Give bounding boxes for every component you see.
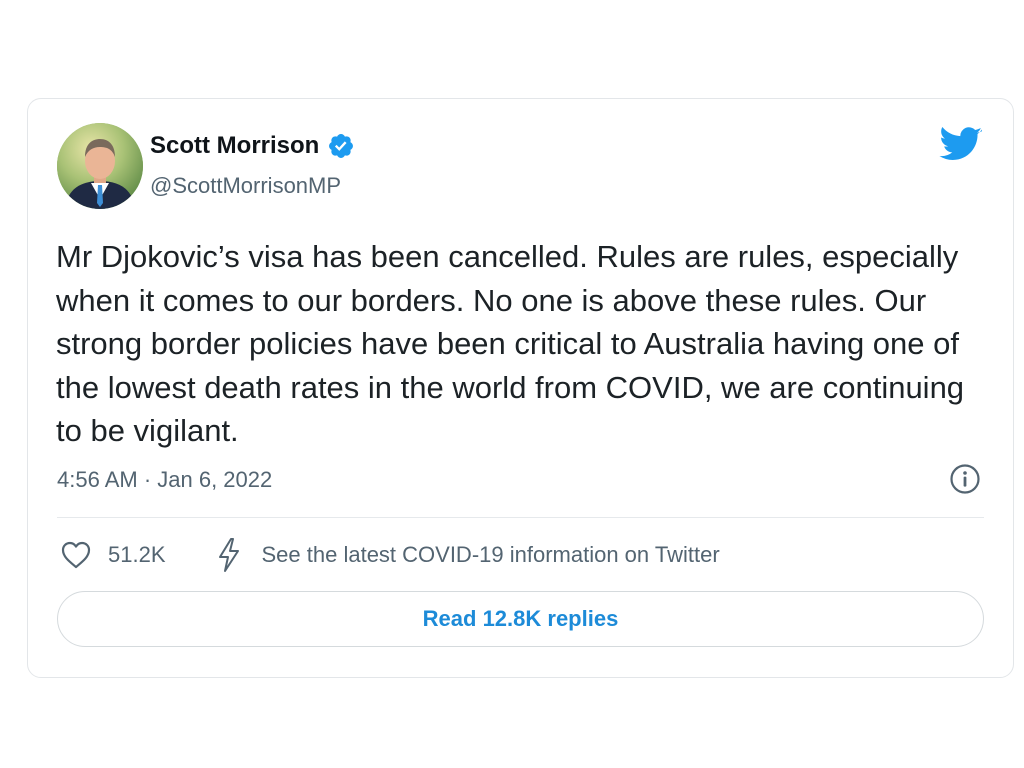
covid-info-link[interactable]: See the latest COVID-19 information on T… <box>216 537 720 573</box>
like-button[interactable]: 51.2K <box>60 540 166 570</box>
author-name[interactable]: Scott Morrison <box>150 132 355 160</box>
info-icon[interactable] <box>949 463 981 495</box>
heart-icon <box>61 541 91 569</box>
divider <box>57 517 984 518</box>
covid-info-text: See the latest COVID-19 information on T… <box>261 542 720 567</box>
like-count: 51.2K <box>108 542 166 567</box>
tweet-timestamp[interactable]: 4:56 AM · Jan 6, 2022 <box>57 467 272 493</box>
avatar[interactable] <box>57 123 143 209</box>
verified-badge-icon <box>329 134 354 158</box>
author-display-name[interactable]: Scott Morrison <box>150 132 319 160</box>
tweet-actions: 51.2K See the latest COVID-19 informatio… <box>60 537 720 573</box>
read-replies-button[interactable]: Read 12.8K replies <box>57 591 984 647</box>
author-handle[interactable]: @ScottMorrisonMP <box>150 173 341 199</box>
lightning-bolt-icon <box>218 538 239 572</box>
tweet-card: Scott Morrison @ScottMorrisonMP Mr Djoko… <box>27 98 1014 678</box>
twitter-bird-icon[interactable] <box>939 127 983 163</box>
tweet-text: Mr Djokovic’s visa has been cancelled. R… <box>56 239 965 448</box>
